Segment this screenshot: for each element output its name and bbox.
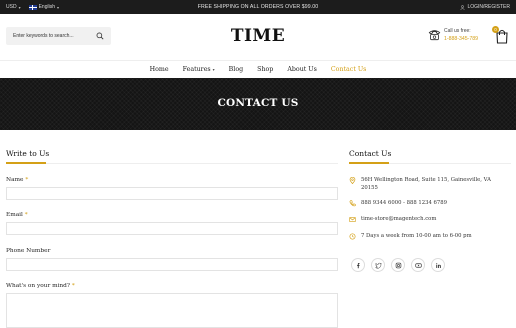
nav-item-home[interactable]: Home bbox=[143, 66, 176, 73]
label-text: Phone Number bbox=[6, 248, 51, 254]
instagram-button[interactable] bbox=[391, 258, 405, 272]
nav-label: Features bbox=[182, 66, 211, 73]
phone-field[interactable] bbox=[6, 258, 338, 271]
phone-label: Phone Number bbox=[6, 248, 50, 254]
hours-text: 7 Days a week from 10-00 am to 6-00 pm bbox=[361, 233, 472, 239]
linkedin-button[interactable] bbox=[431, 258, 445, 272]
nav-label: Home bbox=[149, 66, 169, 73]
divider bbox=[6, 163, 338, 164]
nav-item-features[interactable]: Features ▾ bbox=[176, 66, 222, 73]
message-label: What's on your mind? * bbox=[6, 283, 75, 289]
label-text: Name bbox=[6, 177, 24, 183]
email-field[interactable] bbox=[6, 222, 338, 235]
main-nav: Home Features ▾ Blog Shop About Us Contac… bbox=[0, 60, 516, 78]
name-field[interactable] bbox=[6, 187, 338, 200]
login-register-label: LOGIN/REGISTER bbox=[467, 4, 510, 10]
write-to-us-heading: Write to Us bbox=[6, 149, 50, 158]
search-box bbox=[6, 27, 111, 45]
contact-email: time-store@magentech.com bbox=[349, 215, 509, 224]
user-icon bbox=[460, 4, 466, 10]
telephone-icon bbox=[428, 30, 441, 41]
page-title: CONTACT US bbox=[217, 97, 299, 109]
phone-icon bbox=[349, 200, 356, 207]
youtube-button[interactable] bbox=[411, 258, 425, 272]
youtube-icon bbox=[414, 262, 422, 268]
cart-count-badge: 0 bbox=[492, 26, 499, 33]
nav-label: About Us bbox=[287, 66, 317, 73]
twitter-icon bbox=[374, 262, 382, 269]
heading-accent bbox=[349, 162, 389, 164]
contact-us-heading: Contact Us bbox=[349, 149, 392, 158]
cart-button[interactable]: 0 bbox=[492, 26, 510, 44]
clock-icon bbox=[349, 233, 356, 240]
site-logo[interactable]: TIME bbox=[231, 26, 285, 46]
nav-item-contact-us[interactable]: Contact Us bbox=[324, 66, 374, 73]
required-mark: * bbox=[71, 283, 75, 289]
nav-label: Shop bbox=[257, 66, 274, 73]
required-mark: * bbox=[25, 177, 29, 183]
nav-item-blog[interactable]: Blog bbox=[222, 66, 250, 73]
label-text: What's on your mind? bbox=[6, 283, 70, 289]
top-bar: USD ▾ English ▾ FREE SHIPPING ON ALL ORD… bbox=[0, 0, 516, 14]
nav-item-about-us[interactable]: About Us bbox=[280, 66, 324, 73]
contact-hours: 7 Days a week from 10-00 am to 6-00 pm bbox=[349, 232, 509, 241]
instagram-icon bbox=[395, 262, 401, 268]
required-mark: * bbox=[24, 212, 28, 218]
login-register-link[interactable]: LOGIN/REGISTER bbox=[460, 4, 510, 10]
nav-label: Contact Us bbox=[330, 66, 367, 73]
call-us-block: Call us free: 1-888-345-789 bbox=[428, 26, 488, 46]
location-pin-icon bbox=[349, 177, 356, 184]
search-icon[interactable] bbox=[96, 32, 104, 40]
contact-address: 56H Wellington Road, Suite 115, Gainesvi… bbox=[349, 176, 509, 194]
nav-label: Blog bbox=[228, 66, 244, 73]
call-label: Call us free: bbox=[444, 28, 471, 34]
linkedin-icon bbox=[435, 262, 441, 268]
facebook-icon bbox=[356, 262, 360, 268]
logo-text: TIME bbox=[230, 26, 286, 46]
nav-item-shop[interactable]: Shop bbox=[250, 66, 280, 73]
contact-phone: 888 9344 6000 - 888 1234 6789 bbox=[349, 199, 509, 208]
search-input[interactable] bbox=[13, 32, 93, 40]
phone-text[interactable]: 888 9344 6000 - 888 1234 6789 bbox=[361, 199, 501, 207]
twitter-button[interactable] bbox=[371, 258, 385, 272]
email-label: Email * bbox=[6, 212, 28, 218]
facebook-button[interactable] bbox=[351, 258, 365, 272]
chevron-down-icon: ▾ bbox=[212, 67, 215, 72]
name-label: Name * bbox=[6, 177, 28, 183]
address-text: 56H Wellington Road, Suite 115, Gainesvi… bbox=[361, 177, 491, 192]
message-textarea[interactable] bbox=[6, 293, 338, 328]
email-text[interactable]: time-store@magentech.com bbox=[361, 215, 501, 223]
heading-accent bbox=[6, 162, 46, 164]
page-banner: CONTACT US bbox=[0, 78, 516, 130]
call-number[interactable]: 1-888-345-789 bbox=[444, 36, 478, 42]
label-text: Email bbox=[6, 212, 23, 218]
envelope-icon bbox=[349, 217, 356, 222]
site-header: TIME Call us free: 1-888-345-789 0 bbox=[0, 14, 516, 60]
promo-text: FREE SHIPPING ON ALL ORDERS OVER $99.00 bbox=[197, 4, 319, 10]
